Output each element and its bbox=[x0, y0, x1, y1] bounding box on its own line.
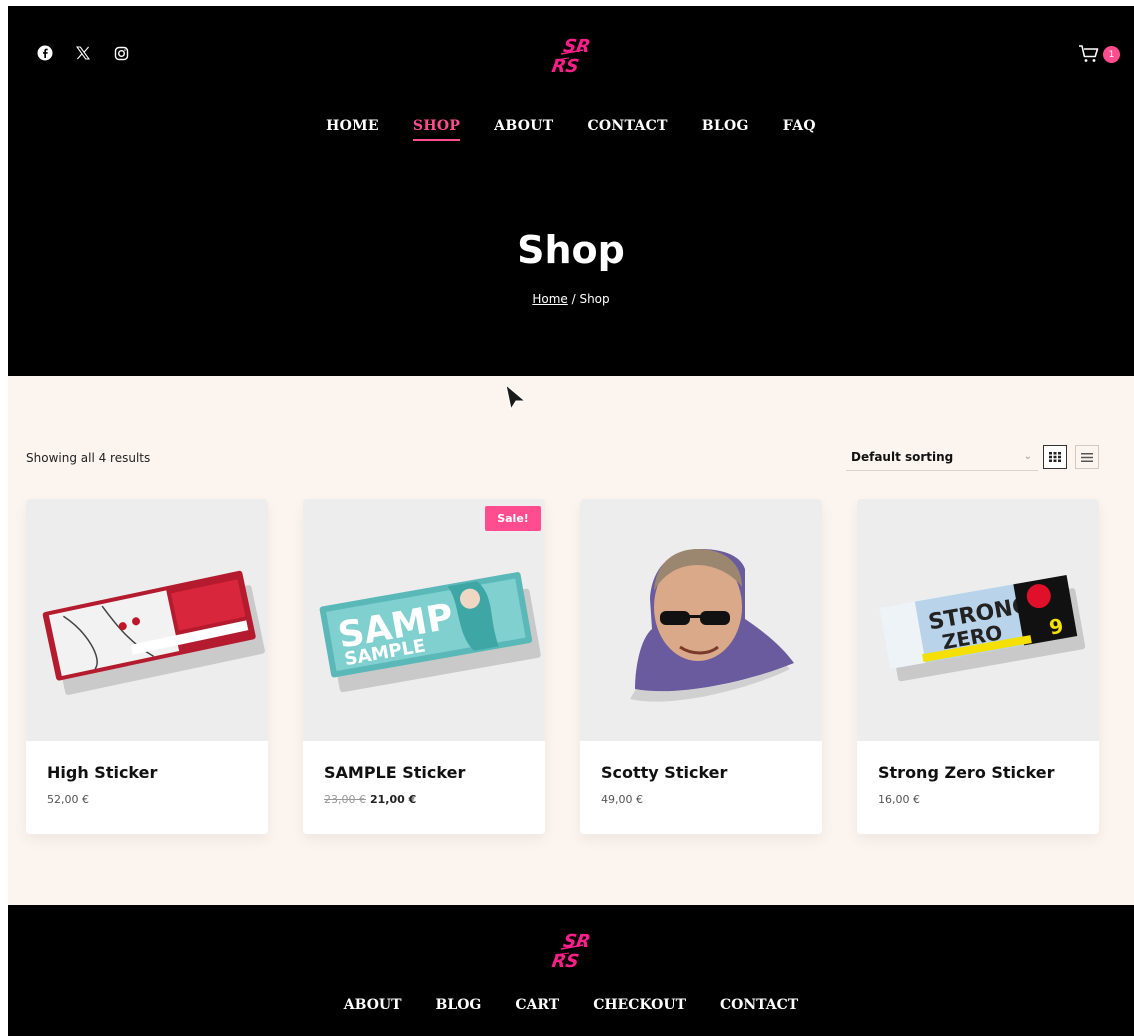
sorting-select[interactable]: Default sorting ⌄ bbox=[846, 443, 1038, 471]
current-price: 52,00 € bbox=[47, 793, 89, 806]
main-nav: HOME SHOP ABOUT CONTACT BLOG FAQ bbox=[8, 118, 1134, 141]
result-count: Showing all 4 results bbox=[26, 451, 151, 465]
product-image[interactable]: SAMP SAMPLE Sale! bbox=[303, 499, 545, 741]
footer-nav-cart[interactable]: CART bbox=[515, 997, 559, 1013]
product-price: 52,00 € bbox=[47, 793, 89, 806]
breadcrumb-current: Shop bbox=[579, 292, 610, 306]
nav-shop[interactable]: SHOP bbox=[412, 118, 461, 141]
product-price: 49,00 € bbox=[601, 793, 643, 806]
mouse-cursor-icon bbox=[505, 383, 527, 415]
product-price: 23,00 € 21,00 € bbox=[324, 793, 416, 806]
x-icon[interactable] bbox=[74, 44, 92, 62]
footer-nav-checkout[interactable]: CHECKOUT bbox=[593, 997, 686, 1013]
grid-view-button[interactable] bbox=[1043, 445, 1067, 469]
list-view-button[interactable] bbox=[1075, 445, 1099, 469]
nav-faq[interactable]: FAQ bbox=[783, 118, 816, 141]
svg-text:SR: SR bbox=[562, 931, 592, 952]
site-footer: SR RS ABOUT BLOG CART CHECKOUT CONTACT bbox=[8, 905, 1134, 1036]
cart-count-badge: 1 bbox=[1103, 46, 1120, 63]
facebook-icon[interactable] bbox=[36, 44, 54, 62]
product-name[interactable]: Strong Zero Sticker bbox=[878, 763, 1054, 782]
product-grid: High Sticker 52,00 € SAMP SAMPLE Sale! S… bbox=[26, 499, 1099, 834]
svg-text:RS: RS bbox=[550, 951, 580, 972]
product-image[interactable]: STRONG ZERO 9 bbox=[857, 499, 1099, 741]
page: SR RS 1 HOME SHOP ABOUT CONTACT BLOG FAQ bbox=[8, 6, 1134, 1036]
grid-view-icon bbox=[1049, 452, 1061, 462]
cart-button[interactable]: 1 bbox=[1078, 44, 1122, 66]
product-card[interactable]: High Sticker 52,00 € bbox=[26, 499, 268, 834]
sale-price: 21,00 € bbox=[370, 793, 417, 806]
nav-blog[interactable]: BLOG bbox=[702, 118, 749, 141]
cart-icon bbox=[1079, 45, 1099, 62]
shop-main: Showing all 4 results Default sorting ⌄ bbox=[8, 376, 1134, 905]
nav-contact[interactable]: CONTACT bbox=[587, 118, 667, 141]
chevron-down-icon: ⌄ bbox=[1023, 451, 1032, 462]
sorting-value: Default sorting bbox=[851, 449, 954, 464]
product-image[interactable] bbox=[26, 499, 268, 741]
social-links bbox=[36, 44, 130, 62]
site-header: SR RS 1 HOME SHOP ABOUT CONTACT BLOG FAQ bbox=[8, 6, 1134, 376]
footer-nav: ABOUT BLOG CART CHECKOUT CONTACT bbox=[8, 997, 1134, 1013]
product-card[interactable]: STRONG ZERO 9 Strong Zero Sticker 16,00 … bbox=[857, 499, 1099, 834]
footer-nav-about[interactable]: ABOUT bbox=[344, 997, 402, 1013]
current-price: 16,00 € bbox=[878, 793, 920, 806]
breadcrumb: Home / Shop bbox=[8, 292, 1134, 306]
product-card[interactable]: SAMP SAMPLE Sale! SAMPLE Sticker 23,00 €… bbox=[303, 499, 545, 834]
current-price: 49,00 € bbox=[601, 793, 643, 806]
product-name[interactable]: Scotty Sticker bbox=[601, 763, 727, 782]
nav-about[interactable]: ABOUT bbox=[494, 118, 553, 141]
site-logo[interactable]: SR RS bbox=[549, 32, 599, 78]
product-price: 16,00 € bbox=[878, 793, 920, 806]
nav-home[interactable]: HOME bbox=[326, 118, 379, 141]
product-name[interactable]: SAMPLE Sticker bbox=[324, 763, 465, 782]
original-price: 23,00 € bbox=[324, 793, 366, 806]
svg-text:SR: SR bbox=[562, 36, 592, 57]
footer-logo[interactable]: SR RS bbox=[549, 927, 599, 973]
product-image[interactable] bbox=[580, 499, 822, 741]
instagram-icon[interactable] bbox=[112, 44, 130, 62]
footer-nav-contact[interactable]: CONTACT bbox=[720, 997, 798, 1013]
footer-nav-blog[interactable]: BLOG bbox=[436, 997, 482, 1013]
product-name[interactable]: High Sticker bbox=[47, 763, 157, 782]
page-title: Shop bbox=[517, 228, 625, 272]
list-view-icon bbox=[1081, 452, 1093, 462]
breadcrumb-home-link[interactable]: Home bbox=[532, 292, 567, 306]
sale-badge: Sale! bbox=[485, 506, 541, 531]
breadcrumb-separator: / bbox=[567, 292, 580, 306]
svg-text:RS: RS bbox=[550, 56, 580, 77]
product-card[interactable]: Scotty Sticker 49,00 € bbox=[580, 499, 822, 834]
